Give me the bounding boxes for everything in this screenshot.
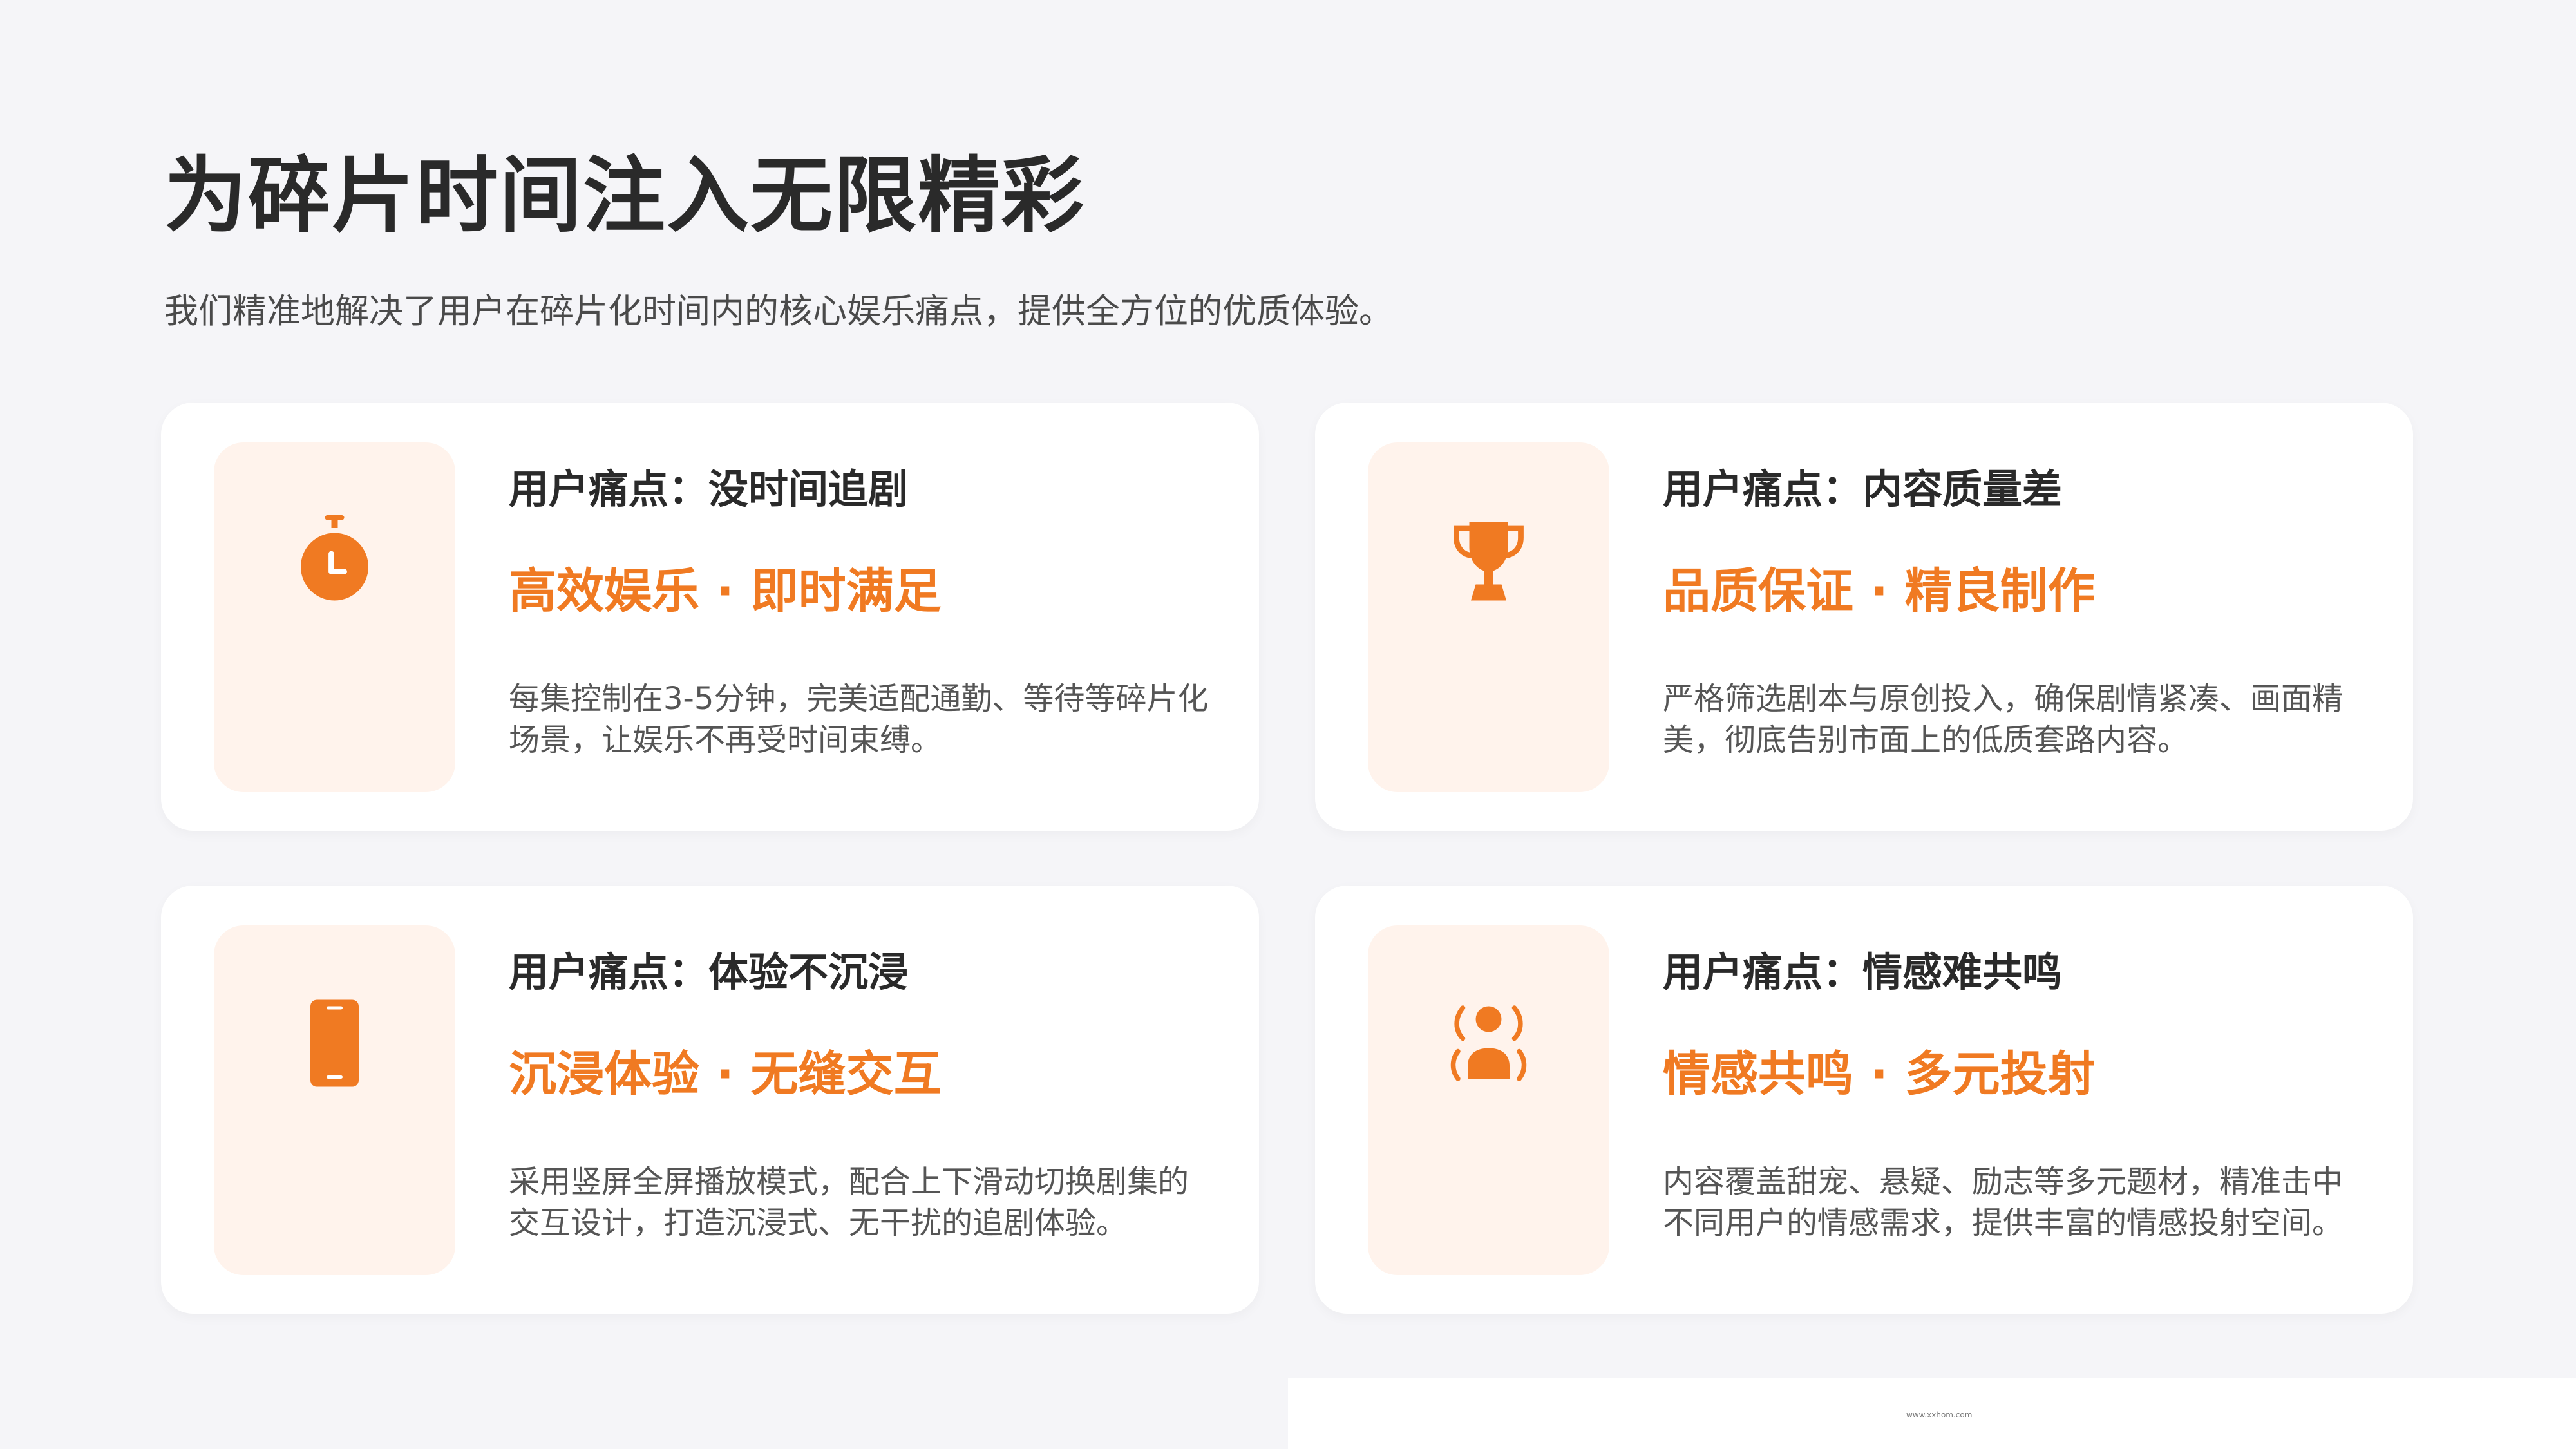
page-title: 为碎片时间注入无限精彩 [164, 148, 1086, 244]
card-headline: 沉浸体验 · 无缝交互 [509, 1046, 942, 1102]
person-broadcast-icon [1450, 1005, 1527, 1081]
card-label: 用户痛点：没时间追剧 [509, 466, 909, 513]
feature-card-immersion: 用户痛点：体验不沉浸 沉浸体验 · 无缝交互 采用竖屏全屏播放模式，配合上下滑动… [161, 886, 1259, 1314]
card-description: 每集控制在3-5分钟，完美适配通勤、等待等碎片化场景，让娱乐不再受时间束缚。 [509, 681, 1209, 758]
icon-tile [1368, 442, 1609, 792]
card-label: 用户痛点：情感难共鸣 [1663, 949, 2063, 996]
card-label: 用户痛点：内容质量差 [1663, 466, 2063, 513]
trophy-icon [1454, 522, 1524, 601]
card-description: 严格筛选剧本与原创投入，确保剧情紧凑、画面精美，彻底告别市面上的低质套路内容。 [1663, 681, 2344, 758]
icon-tile [214, 925, 455, 1275]
footer-url: www.xxhom.com [1906, 1410, 1973, 1419]
card-description: 内容覆盖甜宠、悬疑、励志等多元题材，精准击中不同用户的情感需求，提供丰富的情感投… [1663, 1164, 2344, 1241]
icon-tile [214, 442, 455, 792]
icon-tile [1368, 925, 1609, 1275]
smartphone-icon [310, 999, 359, 1087]
stopwatch-icon [301, 515, 368, 601]
card-headline: 情感共鸣 · 多元投射 [1663, 1046, 2096, 1102]
feature-card-time: 用户痛点：没时间追剧 高效娱乐 · 即时满足 每集控制在3-5分钟，完美适配通勤… [161, 402, 1259, 831]
feature-card-emotion: 用户痛点：情感难共鸣 情感共鸣 · 多元投射 内容覆盖甜宠、悬疑、励志等多元题材… [1315, 886, 2413, 1314]
card-label: 用户痛点：体验不沉浸 [509, 949, 909, 996]
footer-strip: www.xxhom.com [1288, 1378, 2576, 1449]
feature-card-quality: 用户痛点：内容质量差 品质保证 · 精良制作 严格筛选剧本与原创投入，确保剧情紧… [1315, 402, 2413, 831]
card-headline: 品质保证 · 精良制作 [1663, 564, 2096, 619]
card-headline: 高效娱乐 · 即时满足 [509, 564, 942, 619]
page-subtitle: 我们精准地解决了用户在碎片化时间内的核心娱乐痛点，提供全方位的优质体验。 [164, 292, 1393, 331]
card-description: 采用竖屏全屏播放模式，配合上下滑动切换剧集的交互设计，打造沉浸式、无干扰的追剧体… [509, 1164, 1189, 1241]
